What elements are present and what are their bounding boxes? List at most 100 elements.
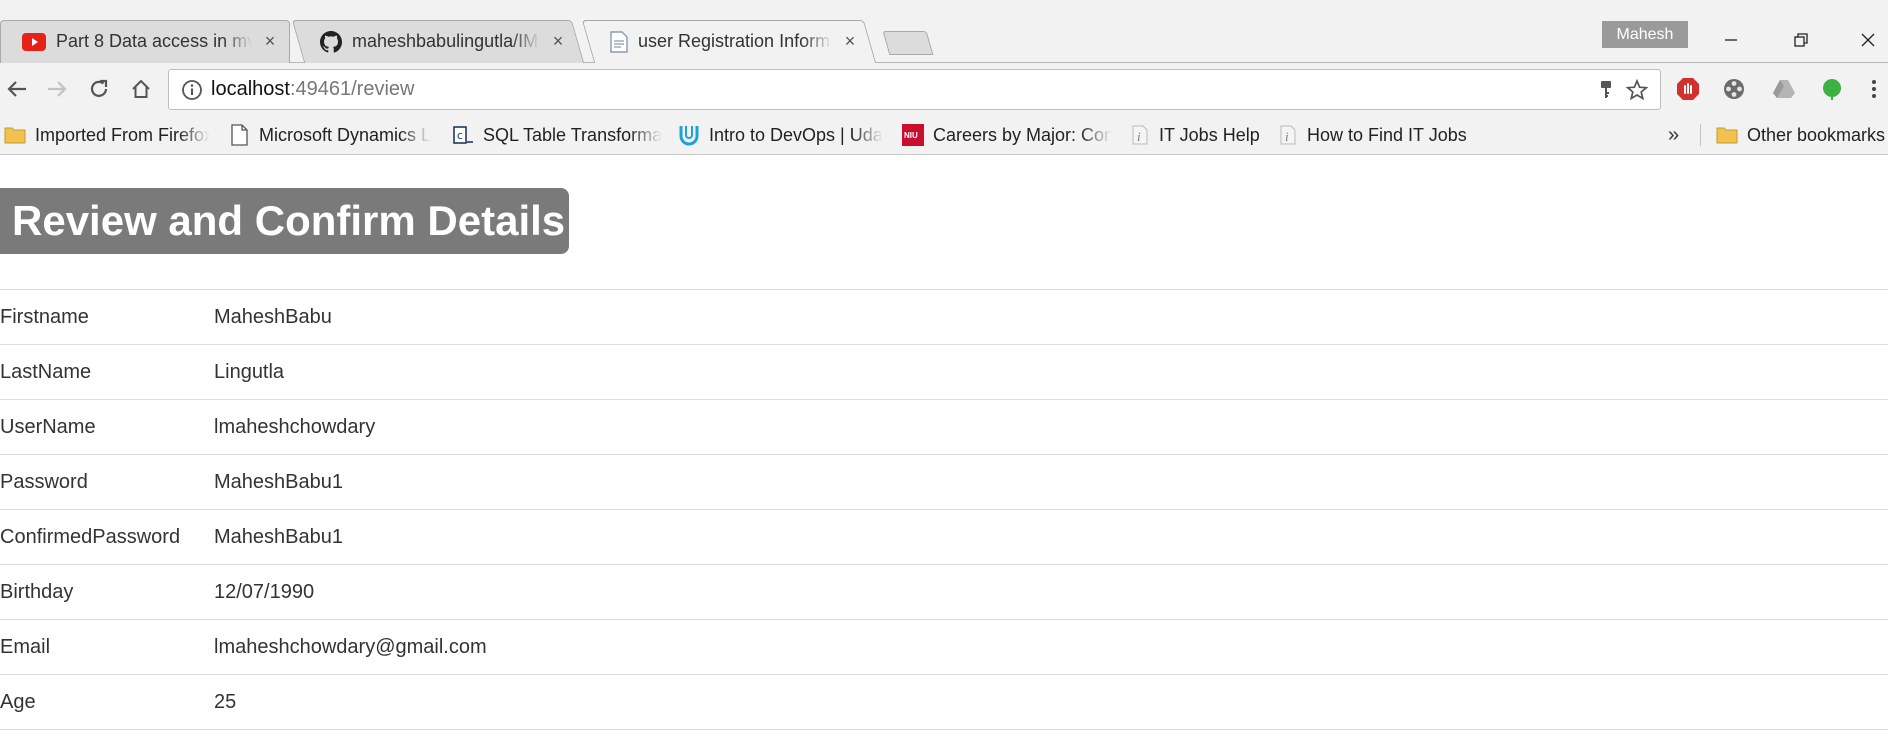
restore-button[interactable] xyxy=(1778,22,1824,58)
forward-button[interactable] xyxy=(40,72,74,106)
detail-value: Lingutla xyxy=(214,361,285,383)
youtube-icon xyxy=(22,32,46,51)
tab-title: maheshbabulingutla/IMC xyxy=(352,31,540,51)
info-page-icon: i xyxy=(1280,125,1296,145)
svg-text:i: i xyxy=(1137,129,1141,144)
tab-registration-active[interactable]: user Registration Informa × xyxy=(581,20,877,63)
svg-text:NIU: NIU xyxy=(904,131,918,140)
bookmarks-bar: Imported From Firefox Microsoft Dynamics… xyxy=(0,115,1888,155)
bookmark-label: Intro to DevOps | Uda xyxy=(709,124,883,145)
url-path: :49461/review xyxy=(289,78,415,100)
new-tab-button[interactable] xyxy=(882,31,934,55)
detail-label: ConfirmedPassword xyxy=(0,526,181,548)
bookmark-imported-from-firefox[interactable]: Imported From Firefox xyxy=(4,115,210,155)
drive-icon[interactable] xyxy=(1772,77,1796,101)
bookmark-label: Microsoft Dynamics L xyxy=(259,124,432,145)
detail-value: MaheshBabu xyxy=(214,306,332,328)
detail-label: Firstname xyxy=(0,306,89,328)
folder-icon xyxy=(1716,127,1738,144)
bookmark-label: SQL Table Transformat xyxy=(483,124,662,145)
tab-close-icon[interactable]: × xyxy=(842,31,858,52)
bookmark-label: IT Jobs Help xyxy=(1159,124,1260,145)
green-leaf-icon[interactable] xyxy=(1820,77,1844,101)
detail-row-age: Age 25 xyxy=(0,675,1888,730)
film-reel-icon[interactable] xyxy=(1722,77,1746,101)
bookmark-careers-by-major[interactable]: NIU Careers by Major: Con xyxy=(902,115,1112,155)
info-icon[interactable] xyxy=(181,79,203,101)
detail-label: LastName xyxy=(0,361,92,383)
profile-button[interactable]: Mahesh xyxy=(1602,21,1688,48)
detail-row-password: Password MaheshBabu1 xyxy=(0,455,1888,510)
adblock-icon[interactable] xyxy=(1676,77,1700,101)
back-arrow-icon xyxy=(7,81,26,97)
svg-text:c: c xyxy=(457,129,464,142)
bookmark-label: Imported From Firefox xyxy=(35,124,210,145)
svg-text:i: i xyxy=(1285,129,1289,144)
restore-icon xyxy=(1794,33,1808,47)
tab-youtube[interactable]: Part 8 Data access in mvc × xyxy=(0,20,290,63)
detail-label: UserName xyxy=(0,416,96,438)
minimize-icon xyxy=(1725,39,1737,41)
home-icon xyxy=(132,79,150,98)
back-button[interactable] xyxy=(0,72,34,106)
tab-github[interactable]: maheshbabulingutla/IMC × xyxy=(291,20,585,63)
bookmark-label: How to Find IT Jobs xyxy=(1307,124,1467,145)
other-bookmarks[interactable]: Other bookmarks xyxy=(1716,115,1888,155)
address-bar[interactable]: localhost:49461/review xyxy=(168,69,1661,110)
bookmark-how-to-find-it-jobs[interactable]: i How to Find IT Jobs xyxy=(1276,115,1476,155)
close-icon xyxy=(1861,33,1875,47)
star-icon[interactable] xyxy=(1626,79,1648,101)
folder-icon xyxy=(4,127,26,144)
detail-label: Password xyxy=(0,471,88,493)
udacity-icon xyxy=(679,126,699,146)
bookmarks-separator xyxy=(1700,124,1701,146)
bookmark-it-jobs-help[interactable]: i IT Jobs Help xyxy=(1128,115,1268,155)
tab-close-icon[interactable]: × xyxy=(550,31,566,52)
key-icon[interactable] xyxy=(1598,80,1614,100)
detail-row-email: Email lmaheshchowdary@gmail.com xyxy=(0,620,1888,675)
forward-arrow-icon xyxy=(48,81,67,97)
tab-close-icon[interactable]: × xyxy=(262,31,278,52)
detail-label: Email xyxy=(0,636,51,658)
url-host: localhost xyxy=(211,78,290,100)
browser-toolbar: localhost:49461/review xyxy=(0,63,1888,115)
document-icon xyxy=(610,30,628,53)
reload-button[interactable] xyxy=(82,72,116,106)
detail-value: lmaheshchowdary@gmail.com xyxy=(214,636,487,658)
detail-value: 12/07/1990 xyxy=(214,581,315,603)
bookmark-label: Careers by Major: Con xyxy=(933,124,1112,145)
url-text[interactable]: localhost:49461/review xyxy=(211,70,414,109)
detail-label: Age xyxy=(0,691,36,713)
sql-icon: c xyxy=(453,126,473,144)
bookmark-intro-to-devops[interactable]: Intro to DevOps | Uda xyxy=(678,115,884,155)
tab-title: user Registration Informa xyxy=(638,31,832,51)
detail-value: lmaheshchowdary xyxy=(214,416,376,438)
page-heading: Review and Confirm Details xyxy=(0,188,569,254)
detail-row-username: UserName lmaheshchowdary xyxy=(0,400,1888,455)
detail-label: Birthday xyxy=(0,581,74,603)
bookmarks-overflow-chevron[interactable]: » xyxy=(1668,115,1679,155)
info-page-icon: i xyxy=(1132,125,1148,145)
page-icon xyxy=(231,124,248,146)
minimize-button[interactable] xyxy=(1708,22,1754,58)
tab-strip: Part 8 Data access in mvc × maheshbabuli… xyxy=(0,0,1888,63)
niu-icon: NIU xyxy=(902,124,924,146)
detail-value: MaheshBabu1 xyxy=(214,471,343,493)
home-button[interactable] xyxy=(124,72,158,106)
reload-icon xyxy=(90,79,108,97)
detail-row-firstname: Firstname MaheshBabu xyxy=(0,290,1888,345)
detail-row-lastname: LastName Lingutla xyxy=(0,345,1888,400)
detail-row-birthday: Birthday 12/07/1990 xyxy=(0,565,1888,620)
bookmark-microsoft-dynamics[interactable]: Microsoft Dynamics L xyxy=(228,115,434,155)
detail-row-confirmed-password: ConfirmedPassword MaheshBabu1 xyxy=(0,510,1888,565)
bookmark-sql-table-transformat[interactable]: c SQL Table Transformat xyxy=(452,115,662,155)
tab-title: Part 8 Data access in mvc xyxy=(56,31,252,51)
detail-value: 25 xyxy=(214,691,237,713)
other-bookmarks-label: Other bookmarks xyxy=(1747,124,1886,145)
github-icon xyxy=(320,30,342,53)
review-details-table: Firstname MaheshBabu LastName Lingutla U… xyxy=(0,289,1888,730)
page-content: Review and Confirm Details Firstname Mah… xyxy=(0,155,1888,743)
menu-dots-icon[interactable] xyxy=(1866,77,1882,101)
close-window-button[interactable] xyxy=(1848,22,1888,58)
detail-value: MaheshBabu1 xyxy=(214,526,343,548)
